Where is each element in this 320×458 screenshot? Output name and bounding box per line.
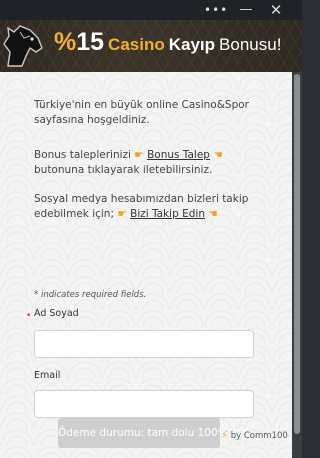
email-label: Email xyxy=(34,370,61,381)
bonus-talep-link[interactable]: Bonus Talep xyxy=(147,149,210,161)
bonus-text: Bonus taleplerinizi ☛ Bonus Talep ☚ buto… xyxy=(34,148,284,178)
social-text: Sosyal medya hesabımızdan bizleri takip … xyxy=(34,192,284,222)
banner-kayip: Kayıp xyxy=(168,35,216,54)
scrollbar-thumb[interactable] xyxy=(294,74,300,434)
pointing-hand-icon: ☚ xyxy=(208,208,218,220)
powered-by-text: by Comm100 xyxy=(230,431,288,441)
powered-by: ⚡ by Comm100 xyxy=(221,430,288,441)
required-fields-note: * indicates required fields. xyxy=(34,290,147,300)
minimize-icon[interactable]: — xyxy=(236,0,256,20)
promo-banner: %15 Casino Kayıp Bonusu! xyxy=(0,20,302,72)
welcome-text: Türkiye'nin en büyük online Casino&Spor … xyxy=(34,99,249,126)
banner-amount: 15 xyxy=(76,28,105,56)
follow-us-link[interactable]: Bizi Takip Edin xyxy=(130,208,205,220)
horse-logo-icon xyxy=(3,25,43,67)
bonus-prefix: Bonus taleplerinizi xyxy=(34,149,131,161)
name-label: Ad Soyad xyxy=(34,308,79,319)
pointing-hand-icon: ☛ xyxy=(117,208,127,220)
window-titlebar: ••• — ✕ xyxy=(0,0,302,20)
name-input[interactable] xyxy=(34,330,254,358)
required-star: • xyxy=(26,311,32,321)
submit-button[interactable]: Ödeme durumu: tam dolu 100% xyxy=(58,418,228,448)
banner-percent: % xyxy=(54,28,77,56)
close-icon[interactable]: ✕ xyxy=(266,0,286,20)
bolt-icon: ⚡ xyxy=(221,430,229,441)
pointing-hand-icon: ☛ xyxy=(134,149,144,161)
email-input[interactable] xyxy=(34,390,254,418)
banner-headline: %15 Casino Kayıp Bonusu! xyxy=(54,28,281,57)
banner-bonus: Bonusu! xyxy=(219,35,282,54)
more-options-icon[interactable]: ••• xyxy=(204,0,227,20)
pointing-hand-icon: ☚ xyxy=(213,149,223,161)
banner-casino: Casino xyxy=(108,35,165,54)
bonus-suffix: butonuna tıklayarak iletebilirsiniz. xyxy=(34,164,213,176)
chat-content: Türkiye'nin en büyük online Casino&Spor … xyxy=(0,72,292,458)
scrollbar[interactable] xyxy=(292,72,302,458)
